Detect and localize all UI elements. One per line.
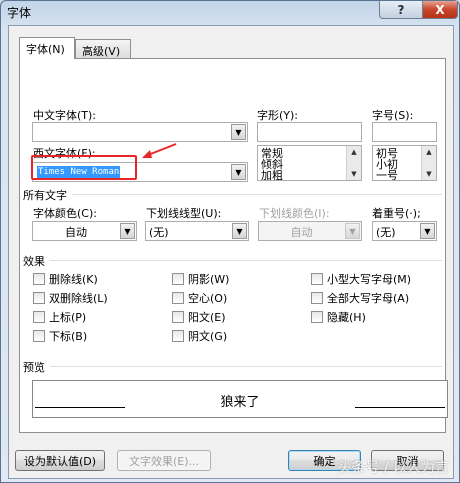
chevron-down-icon[interactable]: ▼ (420, 223, 435, 239)
all-text-heading: 所有文字 (23, 189, 67, 202)
underline-type-label: 下划线线型(U): (146, 207, 222, 220)
chevron-down-icon: ▼ (345, 223, 360, 239)
chevron-down-icon[interactable]: ▼ (231, 124, 246, 140)
underline-color-value: 自动 (290, 226, 313, 239)
annotation-arrow-icon (142, 143, 177, 158)
section-divider (50, 366, 442, 367)
tab-font[interactable]: 字体(N) (19, 37, 75, 59)
chinese-font-combo[interactable]: ▼ (32, 122, 248, 142)
checkbox-label: 上标(P) (49, 311, 87, 324)
hidden-checkbox[interactable]: 隐藏(H) (311, 309, 366, 325)
emphasis-label: 着重号(·); (372, 207, 421, 220)
list-item[interactable]: 一号 (376, 170, 398, 180)
small-caps-checkbox[interactable]: 小型大写字母(M) (311, 271, 411, 287)
checkbox-label: 阴文(G) (188, 330, 228, 343)
checkbox-label: 空心(O) (188, 292, 228, 305)
checkbox-box[interactable] (33, 292, 45, 304)
preview-baseline-right (355, 407, 445, 408)
outline-checkbox[interactable]: 空心(O) (172, 290, 227, 306)
chevron-down-icon[interactable]: ▼ (231, 164, 246, 180)
emphasis-combo[interactable]: (无) ▼ (372, 221, 437, 241)
superscript-checkbox[interactable]: 上标(P) (33, 309, 86, 325)
chevron-down-icon[interactable]: ▼ (120, 223, 135, 239)
font-tab-panel: 中文字体(T): ▼ 西文字体(F): Times New Roman ▼ 字形… (19, 58, 448, 433)
scroll-up-icon[interactable]: ▲ (348, 147, 360, 157)
size-label: 字号(S): (372, 109, 414, 122)
font-dialog: 字体 ? X 字体(N) 高级(V) 中文字体(T): ▼ 西文字体(F): T… (0, 0, 460, 483)
checkbox-box[interactable] (172, 330, 184, 342)
strikethrough-checkbox[interactable]: 删除线(K) (33, 271, 98, 287)
help-button[interactable]: ? (379, 1, 423, 19)
dialog-title: 字体 (7, 6, 32, 20)
checkbox-box[interactable] (311, 273, 323, 285)
checkbox-label: 阴影(W) (188, 273, 230, 286)
engrave-checkbox[interactable]: 阴文(G) (172, 328, 227, 344)
checkbox-box[interactable] (172, 311, 184, 323)
section-divider (50, 260, 442, 261)
checkbox-box[interactable] (311, 311, 323, 323)
style-input[interactable] (257, 122, 362, 142)
subscript-checkbox[interactable]: 下标(B) (33, 328, 87, 344)
style-label: 字形(Y): (257, 109, 299, 122)
font-color-label: 字体颜色(C): (33, 207, 97, 220)
chinese-font-label: 中文字体(T): (33, 109, 97, 122)
scroll-down-icon[interactable]: ▼ (423, 169, 435, 179)
scroll-up-icon[interactable]: ▲ (423, 147, 435, 157)
close-button[interactable]: X (422, 1, 458, 19)
title-bar[interactable]: 字体 ? X (1, 1, 459, 23)
all-caps-checkbox[interactable]: 全部大写字母(A) (311, 290, 409, 306)
underline-color-label: 下划线颜色(I): (259, 207, 330, 220)
double-strikethrough-checkbox[interactable]: 双删除线(L) (33, 290, 108, 306)
section-divider (72, 194, 442, 195)
emphasis-value: (无) (376, 226, 396, 239)
font-color-combo[interactable]: 自动 ▼ (32, 221, 137, 241)
underline-type-combo[interactable]: (无) ▼ (145, 221, 249, 241)
list-item[interactable]: 加粗 (261, 170, 283, 180)
checkbox-box[interactable] (311, 292, 323, 304)
checkbox-label: 双删除线(L) (49, 292, 108, 305)
checkbox-label: 阳文(E) (188, 311, 226, 324)
checkbox-label: 下标(B) (49, 330, 88, 343)
size-scrollbar[interactable]: ▲ ▼ (421, 146, 436, 180)
tab-advanced[interactable]: 高级(V) (75, 39, 131, 59)
chevron-down-icon[interactable]: ▼ (232, 223, 247, 239)
checkbox-label: 删除线(K) (49, 273, 98, 286)
preview-heading: 预览 (23, 361, 45, 374)
set-default-button[interactable]: 设为默认值(D) (15, 450, 105, 471)
checkbox-box[interactable] (172, 273, 184, 285)
checkbox-box[interactable] (172, 292, 184, 304)
shadow-checkbox[interactable]: 阴影(W) (172, 271, 229, 287)
text-effects-button: 文字效果(E)... (117, 450, 211, 471)
underline-color-combo: 自动 ▼ (258, 221, 362, 241)
preview-box: 狼来了 (32, 380, 448, 418)
checkbox-box[interactable] (33, 330, 45, 342)
scroll-down-icon[interactable]: ▼ (348, 169, 360, 179)
dialog-body: 字体(N) 高级(V) 中文字体(T): ▼ 西文字体(F): Times Ne… (8, 25, 454, 479)
underline-type-value: (无) (149, 226, 169, 239)
style-scrollbar[interactable]: ▲ ▼ (346, 146, 361, 180)
checkbox-label: 小型大写字母(M) (327, 273, 412, 286)
annotation-highlight-box (31, 155, 137, 180)
checkbox-box[interactable] (33, 273, 45, 285)
emboss-checkbox[interactable]: 阳文(E) (172, 309, 226, 325)
size-input[interactable] (372, 122, 437, 142)
checkbox-box[interactable] (33, 311, 45, 323)
size-list[interactable]: 初号 小初 一号 ▲ ▼ (372, 145, 437, 181)
font-color-value: 自动 (65, 226, 87, 239)
checkbox-label: 隐藏(H) (327, 311, 366, 324)
effects-heading: 效果 (23, 255, 45, 268)
checkbox-label: 全部大写字母(A) (327, 292, 410, 305)
watermark: 头条号 / 以人为言 (337, 460, 449, 476)
style-list[interactable]: 常规 倾斜 加粗 ▲ ▼ (257, 145, 362, 181)
